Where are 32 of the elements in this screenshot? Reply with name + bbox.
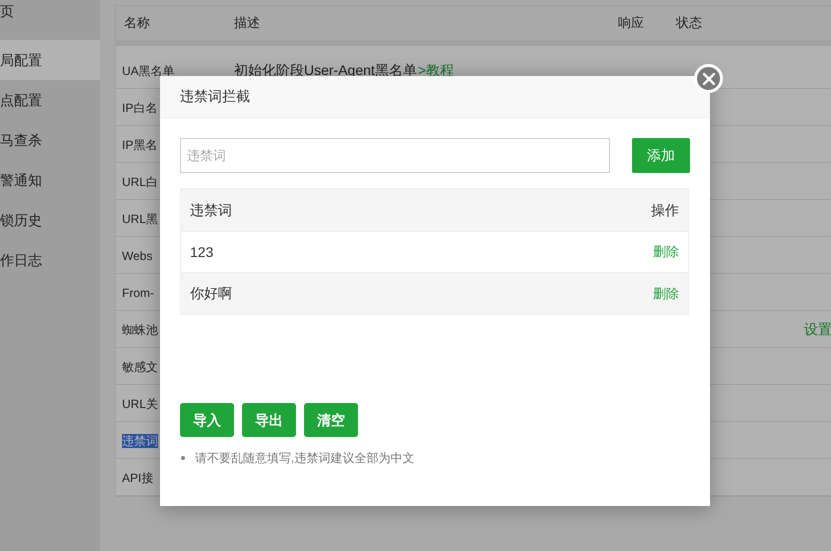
table-cell: URL黑 [122,212,158,226]
sidebar-item[interactable]: 局配置 [0,40,100,80]
table-cell: URL关 [122,396,158,410]
delete-link[interactable]: 删除 [653,284,679,304]
table-cell: 敏感文 [122,360,158,374]
dialog-title: 违禁词拦截 [180,87,250,106]
column-header: 响应 [618,14,645,32]
note-text: 请不要乱随意填写,违禁词建议全部为中文 [195,450,414,467]
action-button[interactable]: 导入 [180,403,234,437]
table-cell: IP白名 [122,100,158,114]
delete-link[interactable]: 删除 [653,242,679,262]
table-cell-text: 你好啊 [190,284,232,303]
table-cell: API接 [122,470,154,484]
table-cell: Webs [122,248,152,262]
table-cell: From- [122,286,154,300]
table-cell: 违禁词 [122,434,158,448]
action-button[interactable]: 导出 [242,403,296,437]
add-button[interactable]: 添加 [632,138,690,173]
table-cell: UA黑名单 [122,64,175,78]
column-header: 操作 [651,200,679,220]
column-header: 状态 [676,14,703,32]
bullet-icon [181,456,185,460]
table-cell: IP黑名 [122,138,158,152]
table-cell-text: 123 [190,242,214,262]
action-button[interactable]: 清空 [304,403,358,437]
table-cell: URL白 [122,174,158,188]
column-header: 名称 [123,14,151,32]
column-header: 违禁词 [190,200,232,220]
close-icon [702,72,714,84]
column-header: 描述 [234,14,261,32]
word-input-field[interactable]: 违禁词 [180,138,610,173]
table-cell: 蜘蛛池 [122,322,158,336]
